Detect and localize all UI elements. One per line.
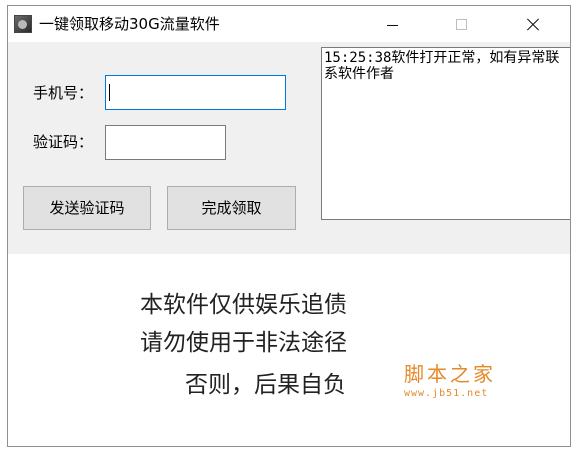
disclaimer-line-3: 否则，后果自负 <box>185 372 346 398</box>
log-textbox[interactable]: 15:25:38软件打开正常，如有异常联系软件作者 <box>321 47 570 220</box>
send-code-button[interactable]: 发送验证码 <box>23 186 151 230</box>
watermark-title: 脚本之家 <box>404 362 496 386</box>
window-title: 一键领取移动30G流量软件 <box>39 15 220 33</box>
code-label: 验证码： <box>33 133 94 151</box>
disclaimer-line-1: 本软件仅供娱乐追债 <box>140 292 347 318</box>
maximize-button[interactable] <box>440 6 486 42</box>
form-panel: 手机号： 验证码： 发送验证码 完成领取 15:25:38软件打开正常，如有异常… <box>8 42 570 254</box>
app-avatar-icon <box>14 15 32 33</box>
title-bar[interactable]: 一键领取移动30G流量软件 <box>8 6 570 42</box>
close-button[interactable] <box>510 6 556 42</box>
finish-button[interactable]: 完成领取 <box>167 186 296 230</box>
phone-label: 手机号： <box>33 84 94 102</box>
code-input[interactable] <box>105 125 226 160</box>
site-watermark: 脚本之家 www.jb51.net <box>404 362 534 400</box>
watermark-url: www.jb51.net <box>404 388 489 399</box>
text-caret <box>109 84 110 101</box>
phone-input[interactable] <box>105 75 286 110</box>
minimize-button[interactable] <box>371 6 417 42</box>
disclaimer-line-2: 请勿使用于非法途径 <box>140 330 347 356</box>
disclaimer-banner: 本软件仅供娱乐追债 请勿使用于非法途径 否则，后果自负 <box>8 254 570 446</box>
